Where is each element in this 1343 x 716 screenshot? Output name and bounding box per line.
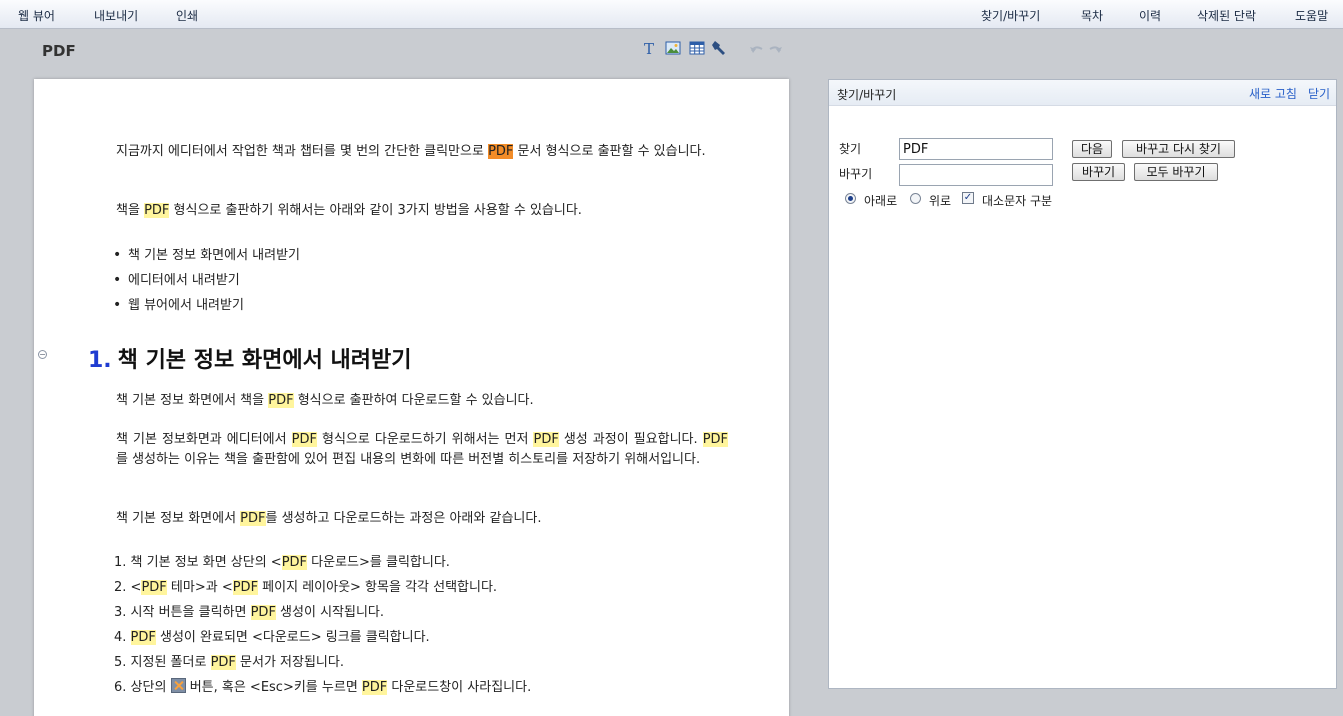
document-title: PDF (42, 42, 76, 60)
list-item[interactable]: 5. 지정된 폴더로 PDF 문서가 저장됩니다. (114, 653, 344, 673)
intro-paragraph-2[interactable]: 책을 PDF 형식으로 출판하기 위해서는 아래와 같이 3가지 방법을 사용할… (116, 201, 728, 221)
menu-toc[interactable]: 목차 (1081, 7, 1103, 24)
replace-and-find-button[interactable]: 바꾸고 다시 찾기 (1122, 140, 1235, 158)
svg-text:T: T (644, 40, 654, 56)
menu-deleted-paragraphs[interactable]: 삭제된 단락 (1197, 7, 1256, 24)
menu-export[interactable]: 내보내기 (94, 7, 138, 24)
table-icon[interactable] (689, 40, 705, 56)
list-item[interactable]: 책 기본 정보 화면에서 내려받기 (116, 245, 300, 266)
menu-web-viewer[interactable]: 웹 뷰어 (18, 7, 55, 24)
replace-button[interactable]: 바꾸기 (1072, 163, 1125, 181)
list-item[interactable]: 6. 상단의 버튼, 혹은 <Esc>키를 누르면 PDF 다운로드창이 사라집… (114, 678, 531, 698)
menu-bar: 웹 뷰어 내보내기 인쇄 찾기/바꾸기 목차 이력 삭제된 단락 도움말 (0, 0, 1343, 29)
list-item[interactable]: 에디터에서 내려받기 (116, 270, 240, 291)
direction-up-radio[interactable] (910, 193, 921, 204)
paragraph[interactable]: 책 기본 정보화면과 에디터에서 PDF 형식으로 다운로드하기 위해서는 먼저… (116, 430, 729, 470)
direction-up-label: 위로 (929, 194, 952, 208)
panel-header: 찾기/바꾸기 새로 고침 닫기 (829, 80, 1336, 106)
find-label: 찾기 (839, 142, 862, 156)
image-icon[interactable] (665, 40, 681, 56)
menu-print[interactable]: 인쇄 (176, 7, 198, 24)
menu-help[interactable]: 도움말 (1295, 7, 1328, 24)
list-item[interactable]: 1. 책 기본 정보 화면 상단의 <PDF 다운로드>를 클릭합니다. (114, 553, 450, 573)
find-replace-panel: 찾기/바꾸기 새로 고침 닫기 찾기 다음 바꾸고 다시 찾기 바꾸기 바꾸기 … (828, 79, 1337, 689)
close-link[interactable]: 닫기 (1308, 85, 1330, 102)
undo-icon[interactable] (749, 43, 765, 59)
list-item[interactable]: 웹 뷰어에서 내려받기 (116, 295, 244, 316)
match-case-label: 대소문자 구분 (982, 194, 1053, 208)
refresh-link[interactable]: 새로 고침 (1249, 85, 1297, 102)
close-x-icon (170, 678, 186, 693)
search-match-current: PDF (488, 144, 514, 159)
list-item[interactable]: 3. 시작 버튼을 클릭하면 PDF 생성이 시작됩니다. (114, 603, 384, 623)
collapse-section-icon[interactable]: − (38, 350, 47, 359)
paragraph[interactable]: 책 기본 정보 화면에서 PDF를 생성하고 다운로드하는 과정은 아래와 같습… (116, 509, 728, 529)
search-match: PDF (144, 203, 170, 218)
replace-all-button[interactable]: 모두 바꾸기 (1134, 163, 1218, 181)
paragraph[interactable]: 책 기본 정보 화면에서 책을 PDF 형식으로 출판하여 다운로드할 수 있습… (116, 391, 728, 411)
section-heading[interactable]: 1. 책 기본 정보 화면에서 내려받기 (88, 342, 411, 374)
replace-input[interactable] (899, 164, 1053, 186)
find-input[interactable] (899, 138, 1053, 160)
next-button[interactable]: 다음 (1072, 140, 1112, 158)
match-case-checkbox[interactable]: ✓ (962, 192, 974, 204)
document-page: 지금까지 에디터에서 작업한 책과 챕터를 몇 번의 간단한 클릭만으로 PDF… (34, 79, 789, 716)
tools-icon[interactable] (712, 40, 728, 56)
redo-icon[interactable] (767, 43, 783, 59)
direction-down-radio[interactable] (845, 193, 856, 204)
menu-history[interactable]: 이력 (1139, 7, 1161, 24)
replace-label: 바꾸기 (839, 167, 873, 181)
intro-paragraph-1[interactable]: 지금까지 에디터에서 작업한 책과 챕터를 몇 번의 간단한 클릭만으로 PDF… (116, 142, 728, 162)
text-icon[interactable]: T (642, 40, 658, 56)
menu-find-replace[interactable]: 찾기/바꾸기 (981, 7, 1040, 24)
list-item[interactable]: 2. <PDF 테마>과 <PDF 페이지 레이아웃> 항목을 각각 선택합니다… (114, 578, 497, 598)
panel-title: 찾기/바꾸기 (837, 88, 897, 102)
direction-down-label: 아래로 (864, 194, 898, 208)
list-item[interactable]: 4. PDF 생성이 완료되면 <다운로드> 링크를 클릭합니다. (114, 628, 430, 648)
